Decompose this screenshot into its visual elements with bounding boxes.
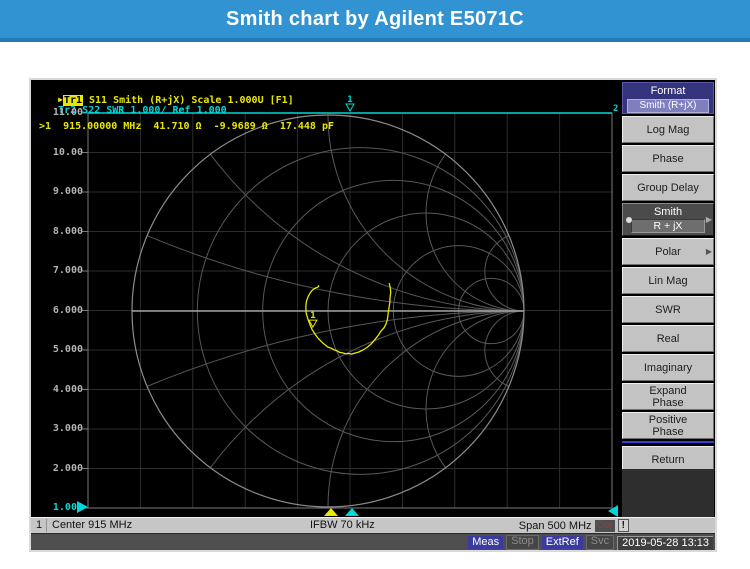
format-menu-header: Format Smith (R+jX) bbox=[622, 82, 714, 114]
menu-item-smith-value: R + jX bbox=[631, 219, 705, 233]
ifbw-label: IFBW 70 kHz bbox=[310, 519, 375, 532]
submenu-arrow-icon: ▶ bbox=[706, 214, 712, 226]
tr1-trace bbox=[306, 283, 391, 354]
channel-number: 1 bbox=[32, 519, 47, 532]
tr2-stimulus-marker bbox=[345, 508, 359, 516]
svg-text:1: 1 bbox=[310, 311, 315, 321]
smith-chart-graticule: 1 2 1 bbox=[31, 80, 715, 520]
menu-item-expand-phase[interactable]: ExpandPhase bbox=[622, 383, 714, 410]
banner-title: Smith chart by Agilent E5071C bbox=[0, 0, 750, 42]
format-current-value: Smith (R+jX) bbox=[627, 99, 709, 113]
menu-item-group-delay[interactable]: Group Delay bbox=[622, 174, 714, 201]
svg-text:1: 1 bbox=[347, 95, 352, 105]
channel-status-bar: 1 Center 915 MHz IFBW 70 kHz Span 500 MH… bbox=[31, 517, 715, 533]
menu-item-real[interactable]: Real bbox=[622, 325, 714, 352]
correction-badge: Cor bbox=[595, 520, 615, 532]
scale-label-7.000: 7.000 bbox=[31, 265, 83, 276]
scale-label-4.000: 4.000 bbox=[31, 384, 83, 395]
status-badge-extref: ExtRef bbox=[542, 536, 583, 549]
menu-item-polar[interactable]: Polar▶ bbox=[622, 238, 714, 265]
radio-indicator-icon bbox=[626, 217, 632, 223]
menu-separator bbox=[622, 441, 714, 443]
menu-item-log-mag[interactable]: Log Mag bbox=[622, 116, 714, 143]
menu-item-phase[interactable]: Phase bbox=[622, 145, 714, 172]
scale-label-10.00: 10.00 bbox=[31, 147, 83, 158]
scale-label-3.000: 3.000 bbox=[31, 423, 83, 434]
menu-item-positive-phase[interactable]: PositivePhase bbox=[622, 412, 714, 439]
submenu-arrow-icon: ▶ bbox=[706, 246, 712, 258]
scale-label-9.000: 9.000 bbox=[31, 186, 83, 197]
status-badge-stop: Stop bbox=[506, 535, 539, 550]
trace2-status-text: S22 SWR 1.000/ Ref 1.000 bbox=[76, 105, 227, 116]
svg-text:2: 2 bbox=[613, 104, 618, 114]
instrument-status-bar: MeasStopExtRefSvc2019-05-28 13:13 bbox=[31, 533, 715, 550]
scale-label-1.000: 1.000 bbox=[31, 502, 83, 513]
menu-filler bbox=[622, 469, 714, 517]
menu-item-smith[interactable]: SmithR + jX▶ bbox=[622, 203, 714, 236]
marker-1-tr2: 1 bbox=[346, 95, 354, 111]
status-badge-meas: Meas bbox=[468, 536, 503, 549]
menu-item-imaginary[interactable]: Imaginary bbox=[622, 354, 714, 381]
alert-badge: ! bbox=[618, 519, 629, 532]
softkey-menu: Format Smith (R+jX) Log MagPhaseGroup De… bbox=[622, 82, 714, 475]
scale-label-11.00: 11.00 bbox=[31, 107, 83, 118]
status-badge-svc: Svc bbox=[586, 535, 614, 550]
scale-label-8.000: 8.000 bbox=[31, 226, 83, 237]
scale-label-2.000: 2.000 bbox=[31, 463, 83, 474]
scale-label-6.000: 6.000 bbox=[31, 305, 83, 316]
span-label: Span 500 MHz bbox=[519, 520, 592, 532]
analyzer-screen: 121 ▶Tr1 S11 Smith (R+jX) Scale 1.000U [… bbox=[29, 78, 717, 552]
sweep-position-marker bbox=[608, 505, 618, 517]
center-frequency-label: Center 915 MHz bbox=[52, 519, 132, 532]
datetime-display: 2019-05-28 13:13 bbox=[617, 536, 713, 550]
tr1-stimulus-marker bbox=[324, 508, 338, 516]
banner-title-text: Smith chart by Agilent E5071C bbox=[226, 8, 524, 30]
menu-item-swr[interactable]: SWR bbox=[622, 296, 714, 323]
marker1-readout: >1 915.00000 MHz 41.710 Ω -9.9689 Ω 17.4… bbox=[39, 121, 334, 132]
scale-label-5.000: 5.000 bbox=[31, 344, 83, 355]
format-menu-title: Format bbox=[623, 85, 713, 97]
menu-item-lin-mag[interactable]: Lin Mag bbox=[622, 267, 714, 294]
